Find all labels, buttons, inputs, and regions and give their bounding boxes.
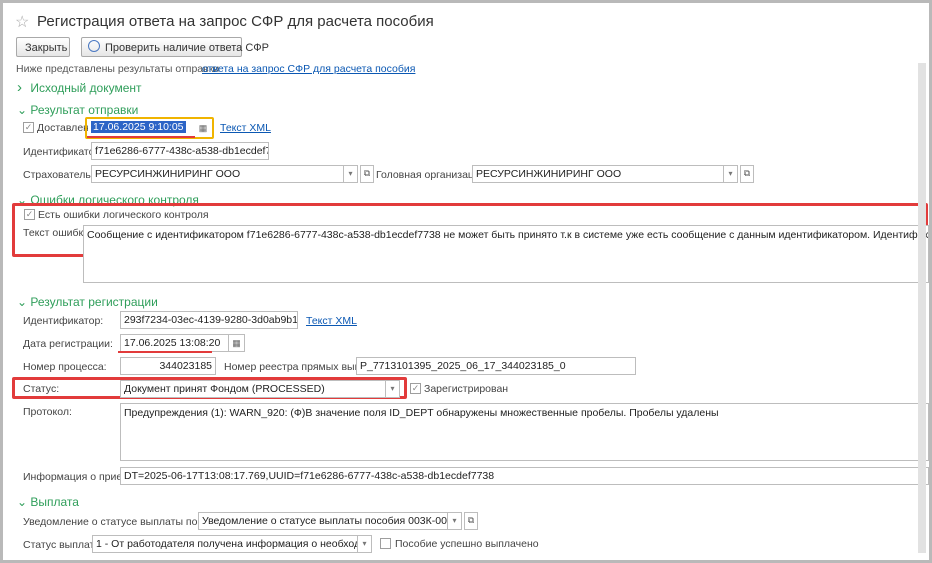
delivered-underline <box>87 136 195 138</box>
registry-field[interactable]: P_7713101395_2025_06_17_344023185_0 <box>356 357 636 375</box>
group-send-result-title: Результат отправки <box>30 103 139 117</box>
group-payment[interactable]: ⌄ Выплата <box>17 495 79 509</box>
send-id-field[interactable]: f71e6286-6777-438c-a538-db1ecdef7738 <box>91 142 269 160</box>
check-icon: ✓ <box>24 122 33 132</box>
check-response-button[interactable]: Проверить наличие ответа СФР <box>81 37 269 57</box>
chevron-down-icon: ⌄ <box>17 295 28 309</box>
insurer-field[interactable]: РЕСУРСИНЖИНИРИНГ ООО <box>91 165 344 183</box>
calendar-icon[interactable]: ▦ <box>229 334 245 352</box>
has-errors-label: Есть ошибки логического контроля <box>38 209 209 221</box>
calendar-icon[interactable]: ▦ <box>196 120 210 136</box>
chevron-down-icon: ⌄ <box>17 495 28 509</box>
registered-label: Зарегистрирован <box>424 383 509 395</box>
group-registration-result[interactable]: ⌄ Результат регистрации <box>17 295 158 309</box>
check-icon: ✓ <box>25 209 34 219</box>
form-scrollbar[interactable] <box>918 63 926 553</box>
error-text-area[interactable]: Сообщение с идентификатором f71e6286-677… <box>83 225 929 283</box>
close-button[interactable]: Закрыть <box>16 37 70 57</box>
reg-xml-link[interactable]: Текст XML <box>306 315 357 327</box>
group-registration-title: Результат регистрации <box>30 295 158 309</box>
insurer-dropdown-icon[interactable]: ▾ <box>344 165 358 183</box>
group-source-title: Исходный документ <box>30 81 142 95</box>
status-field[interactable]: Документ принят Фондом (PROCESSED) <box>120 380 386 398</box>
process-label: Номер процесса: <box>23 361 107 373</box>
form-window: ☆ Регистрация ответа на запрос СФР для р… <box>0 0 932 563</box>
payment-status-field[interactable]: 1 - От работодателя получена информация … <box>92 535 358 553</box>
protocol-label: Протокол: <box>23 406 72 418</box>
payment-notice-dropdown-icon[interactable]: ▾ <box>448 512 462 530</box>
process-field[interactable]: 344023185 <box>120 357 216 375</box>
info-dot: . <box>367 63 370 75</box>
group-send-result[interactable]: ⌄ Результат отправки <box>17 103 138 117</box>
insurer-open-icon[interactable]: ⧉ <box>360 165 374 183</box>
error-text-label: Текст ошибки: <box>23 227 92 239</box>
benefit-paid-checkbox[interactable] <box>380 538 391 549</box>
insurer-label: Страхователь: <box>23 169 94 181</box>
info-text: Ниже представлены результаты отправки <box>16 63 220 75</box>
has-errors-checkbox[interactable]: ✓ <box>24 209 35 220</box>
reg-id-label: Идентификатор: <box>23 315 104 327</box>
delivered-label: Доставлен <box>37 122 89 134</box>
status-dropdown-icon[interactable]: ▾ <box>386 380 400 398</box>
chevron-right-icon: › <box>17 79 22 96</box>
favorite-star-icon[interactable]: ☆ <box>15 12 29 32</box>
reg-date-label: Дата регистрации: <box>23 338 113 350</box>
page-title: Регистрация ответа на запрос СФР для рас… <box>37 13 434 30</box>
group-source-document[interactable]: › Исходный документ <box>17 79 142 96</box>
reg-date-field[interactable]: 17.06.2025 13:08:20 <box>120 334 229 352</box>
payment-notice-open-icon[interactable]: ⧉ <box>464 512 478 530</box>
benefit-paid-label: Пособие успешно выплачено <box>395 538 539 550</box>
head-org-dropdown-icon[interactable]: ▾ <box>724 165 738 183</box>
head-org-open-icon[interactable]: ⧉ <box>740 165 754 183</box>
registered-checkbox[interactable]: ✓ <box>410 383 421 394</box>
protocol-area[interactable]: Предупреждения (1): WARN_920: (Ф)В значе… <box>120 403 929 461</box>
delivered-checkbox[interactable]: ✓ <box>23 122 34 133</box>
chevron-down-icon: ⌄ <box>17 103 28 117</box>
delivered-date-field[interactable]: 17.06.2025 9:10:05 <box>88 119 195 137</box>
reg-id-field[interactable]: 293f7234-03ec-4139-9280-3d0ab9b1e299 <box>120 311 298 329</box>
request-link[interactable]: ответа на запрос СФР для расчета пособия <box>202 63 415 75</box>
payment-status-dropdown-icon[interactable]: ▾ <box>358 535 372 553</box>
delivered-date-value: 17.06.2025 9:10:05 <box>91 121 186 133</box>
group-payment-title: Выплата <box>30 495 79 509</box>
delivered-xml-link[interactable]: Текст XML <box>220 122 271 134</box>
check-response-label: Проверить наличие ответа СФР <box>105 42 269 54</box>
check-response-icon <box>88 40 100 52</box>
payment-notice-field[interactable]: Уведомление о статусе выплаты пособия 00… <box>198 512 448 530</box>
receipt-field[interactable]: DT=2025-06-17T13:08:17.769,UUID=f71e6286… <box>120 467 929 485</box>
status-label: Статус: <box>23 383 60 395</box>
head-org-field[interactable]: РЕСУРСИНЖИНИРИНГ ООО <box>472 165 724 183</box>
check-icon: ✓ <box>411 383 420 393</box>
reg-date-underline <box>118 351 212 353</box>
